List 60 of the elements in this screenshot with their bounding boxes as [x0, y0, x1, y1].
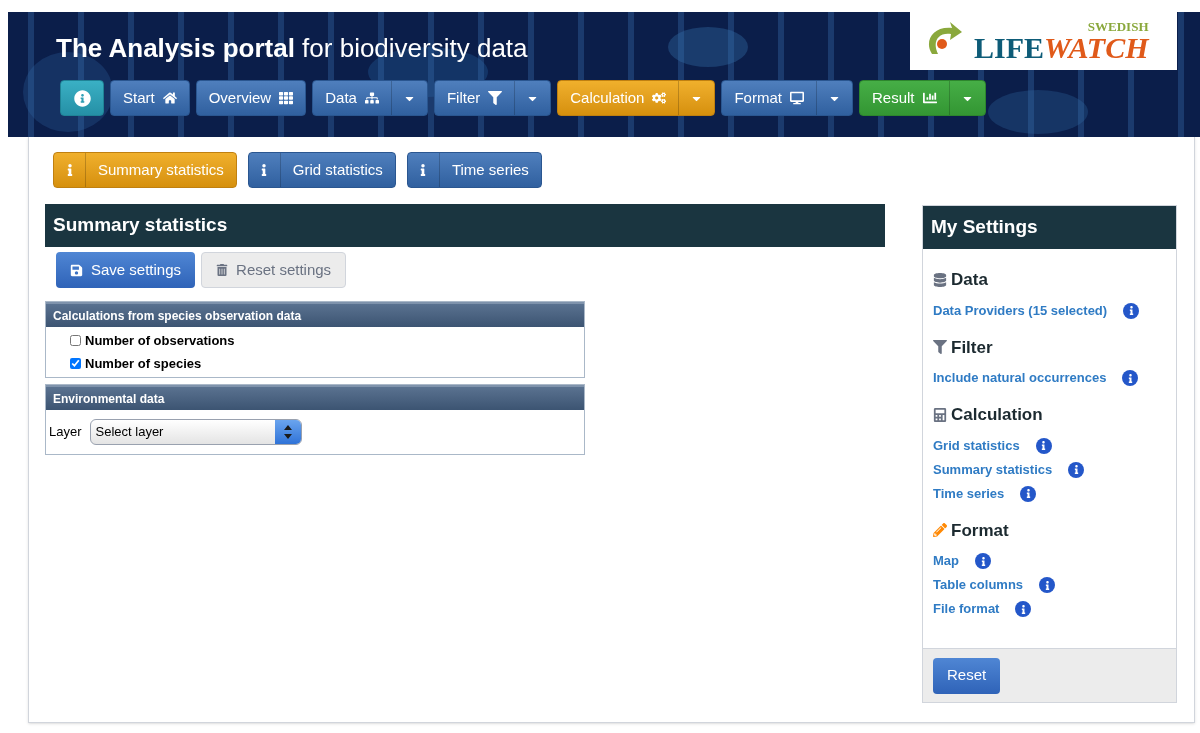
section-heading: Filter [951, 336, 993, 359]
info-icon[interactable] [975, 553, 991, 569]
filter-icon [488, 91, 503, 105]
info-icon[interactable] [1020, 485, 1037, 502]
info-icon[interactable] [1015, 601, 1032, 617]
settings-link[interactable]: Time series [933, 483, 1005, 504]
grid-icon [279, 91, 294, 105]
settings-link[interactable]: Map [933, 551, 959, 571]
database-icon [933, 272, 947, 287]
settings-link[interactable]: Data Providers (15 selected) [933, 300, 1108, 321]
info-icon[interactable] [1039, 577, 1056, 593]
panel-title: Summary statistics [45, 204, 885, 247]
reset-button[interactable]: Reset [933, 657, 1001, 694]
group-title: Environmental data [46, 385, 584, 410]
settings-link[interactable]: Summary statistics [933, 459, 1053, 480]
nav-button[interactable]: Overview [196, 81, 306, 115]
info-button[interactable] [60, 80, 104, 116]
trash-icon [216, 264, 229, 276]
save-icon [70, 263, 83, 277]
calculation-tab[interactable]: Grid statistics [247, 152, 396, 188]
home-icon [162, 91, 177, 105]
info-icon [73, 89, 91, 107]
nav-button[interactable]: Start [111, 81, 189, 115]
layer-select[interactable]: Select layer [89, 419, 302, 445]
gears-icon [652, 91, 667, 105]
funnel-icon [933, 340, 947, 355]
checkbox[interactable] [70, 335, 81, 347]
section-heading: Format [951, 519, 1009, 542]
calculator-icon [933, 407, 947, 422]
stepper-arrows-icon [283, 425, 292, 439]
site-title: The Analysis portal for biodiversity data [56, 32, 528, 64]
field-label: Layer [49, 423, 82, 442]
reset-settings-button[interactable]: Reset settings [201, 252, 347, 288]
info-icon[interactable] [1122, 370, 1139, 386]
info-icon[interactable] [1123, 302, 1140, 319]
save-settings-button[interactable]: Save settings [56, 252, 196, 288]
nav-button[interactable]: Filter [434, 81, 515, 115]
settings-link[interactable]: Table columns [933, 575, 1024, 595]
group-title: Calculations from species observation data [46, 302, 584, 327]
pencil-icon [933, 523, 947, 538]
info-icon[interactable] [1035, 437, 1052, 454]
logo-tagline: SWEDISH [1087, 19, 1149, 33]
checkbox-label: Number of species [85, 354, 202, 373]
section-heading: Data [951, 269, 988, 291]
settings-link[interactable]: Grid statistics [933, 435, 1020, 456]
monitor-icon [789, 91, 804, 105]
settings-link[interactable]: File format [933, 599, 1000, 619]
section-heading: Calculation [951, 404, 1043, 426]
checkbox-label: Number of observations [85, 332, 235, 350]
nav-button[interactable]: Format [722, 81, 816, 115]
bar-chart-icon [922, 91, 937, 105]
nav-button[interactable]: Result [859, 81, 949, 115]
settings-title: My Settings [923, 206, 1176, 249]
info-icon[interactable] [1068, 461, 1085, 478]
checkbox[interactable] [70, 357, 81, 369]
logo-wordmark: LIFEWATCH [974, 32, 1149, 63]
sitemap-icon [364, 91, 379, 105]
nav-button[interactable]: Data [313, 81, 391, 115]
calculation-tab[interactable]: Time series [406, 152, 542, 188]
settings-link[interactable]: Include natural occurrences [933, 368, 1107, 388]
